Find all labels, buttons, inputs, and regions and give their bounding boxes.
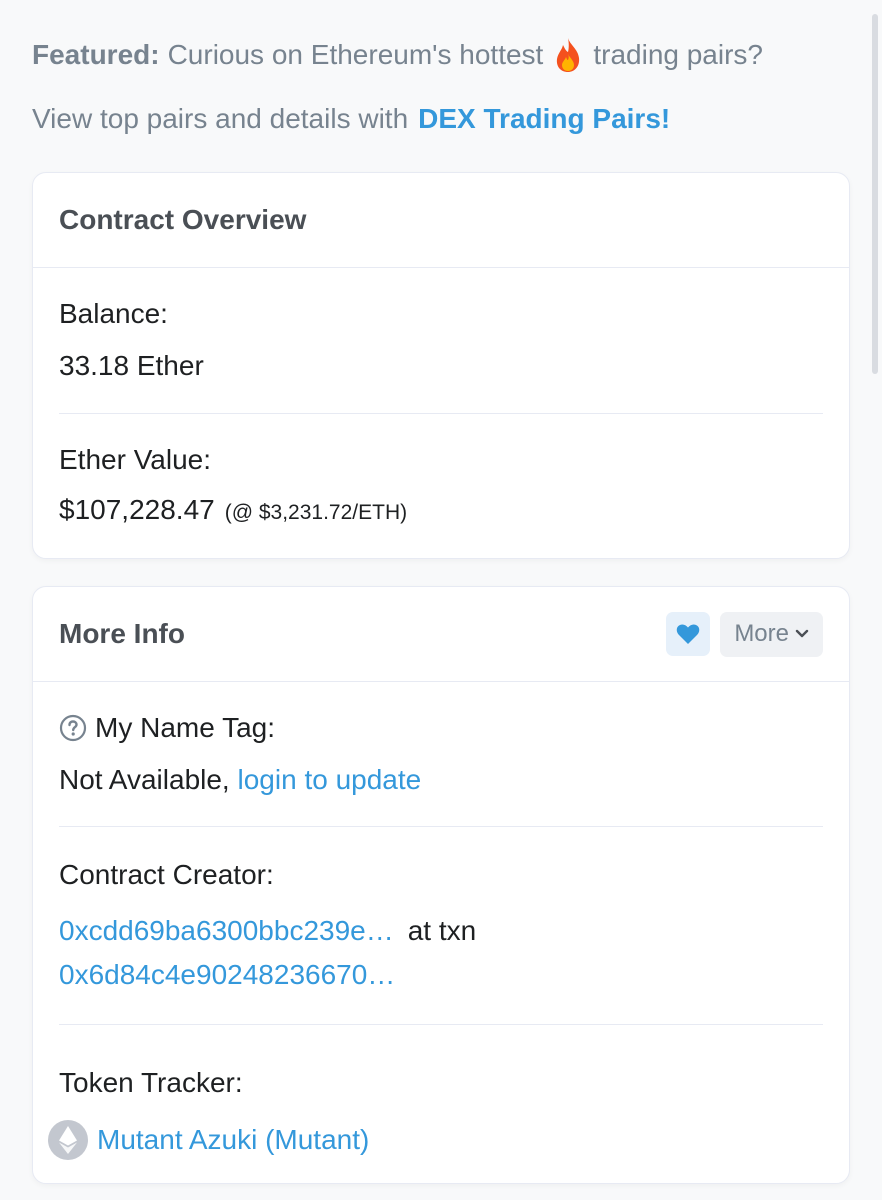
- heart-icon: [677, 624, 700, 644]
- chevron-down-icon: [795, 629, 809, 638]
- more-dropdown-button[interactable]: More: [720, 611, 823, 657]
- eth-rate: (@ $3,231.72/ETH): [224, 501, 408, 524]
- more-info-card: More Info More My Name Tag: Not Availabl…: [32, 586, 850, 1184]
- creator-txn-link[interactable]: 0x6d84c4e90248236670…: [59, 959, 395, 990]
- name-tag-section: My Name Tag: Not Available, login to upd…: [59, 682, 823, 827]
- ether-value-section: Ether Value: $107,228.47 (@ $3,231.72/ET…: [59, 414, 823, 526]
- contract-creator-label: Contract Creator:: [59, 859, 274, 890]
- featured-label: Featured:: [32, 38, 160, 70]
- featured-text-after: trading pairs?: [593, 38, 763, 70]
- balance-value: 33.18 Ether: [59, 350, 204, 381]
- creator-address-link[interactable]: 0xcdd69ba6300bbc239e…: [59, 915, 394, 946]
- balance-section: Balance: 33.18 Ether: [59, 268, 823, 414]
- token-tracker-label: Token Tracker:: [59, 1067, 243, 1098]
- more-info-title: More Info: [59, 618, 185, 649]
- contract-overview-title: Contract Overview: [59, 204, 307, 235]
- dex-trading-pairs-link[interactable]: DEX Trading Pairs!: [418, 99, 670, 140]
- token-tracker-section: Token Tracker: Mutant Azuki (Mutant): [48, 1025, 823, 1161]
- more-info-header: More Info More: [33, 587, 849, 682]
- name-tag-value: Not Available,: [59, 764, 230, 795]
- ethereum-icon: [47, 1119, 89, 1161]
- token-tracker-link[interactable]: Mutant Azuki (Mutant): [97, 1124, 369, 1156]
- fire-icon: [553, 37, 583, 73]
- contract-overview-card: Contract Overview Balance: 33.18 Ether E…: [32, 172, 850, 559]
- more-button-label: More: [734, 620, 789, 647]
- login-to-update-link[interactable]: login to update: [238, 764, 422, 795]
- name-tag-label: My Name Tag:: [95, 712, 275, 743]
- featured-banner: Featured: Curious on Ethereum's hottest …: [32, 30, 852, 144]
- page-scrollbar[interactable]: [872, 14, 878, 374]
- favorite-button[interactable]: [666, 612, 711, 656]
- question-circle-icon[interactable]: [59, 714, 87, 742]
- contract-creator-section: Contract Creator: 0xcdd69ba6300bbc239e… a…: [59, 827, 823, 1025]
- featured-text: Curious on Ethereum's hottest: [167, 38, 544, 70]
- featured-line2-text: View top pairs and details with: [32, 102, 409, 134]
- at-txn-text: at txn: [407, 915, 477, 946]
- ether-value: $107,228.47: [59, 494, 215, 525]
- balance-label: Balance:: [59, 298, 168, 329]
- contract-overview-header: Contract Overview: [33, 173, 849, 268]
- ether-value-label: Ether Value:: [59, 444, 212, 475]
